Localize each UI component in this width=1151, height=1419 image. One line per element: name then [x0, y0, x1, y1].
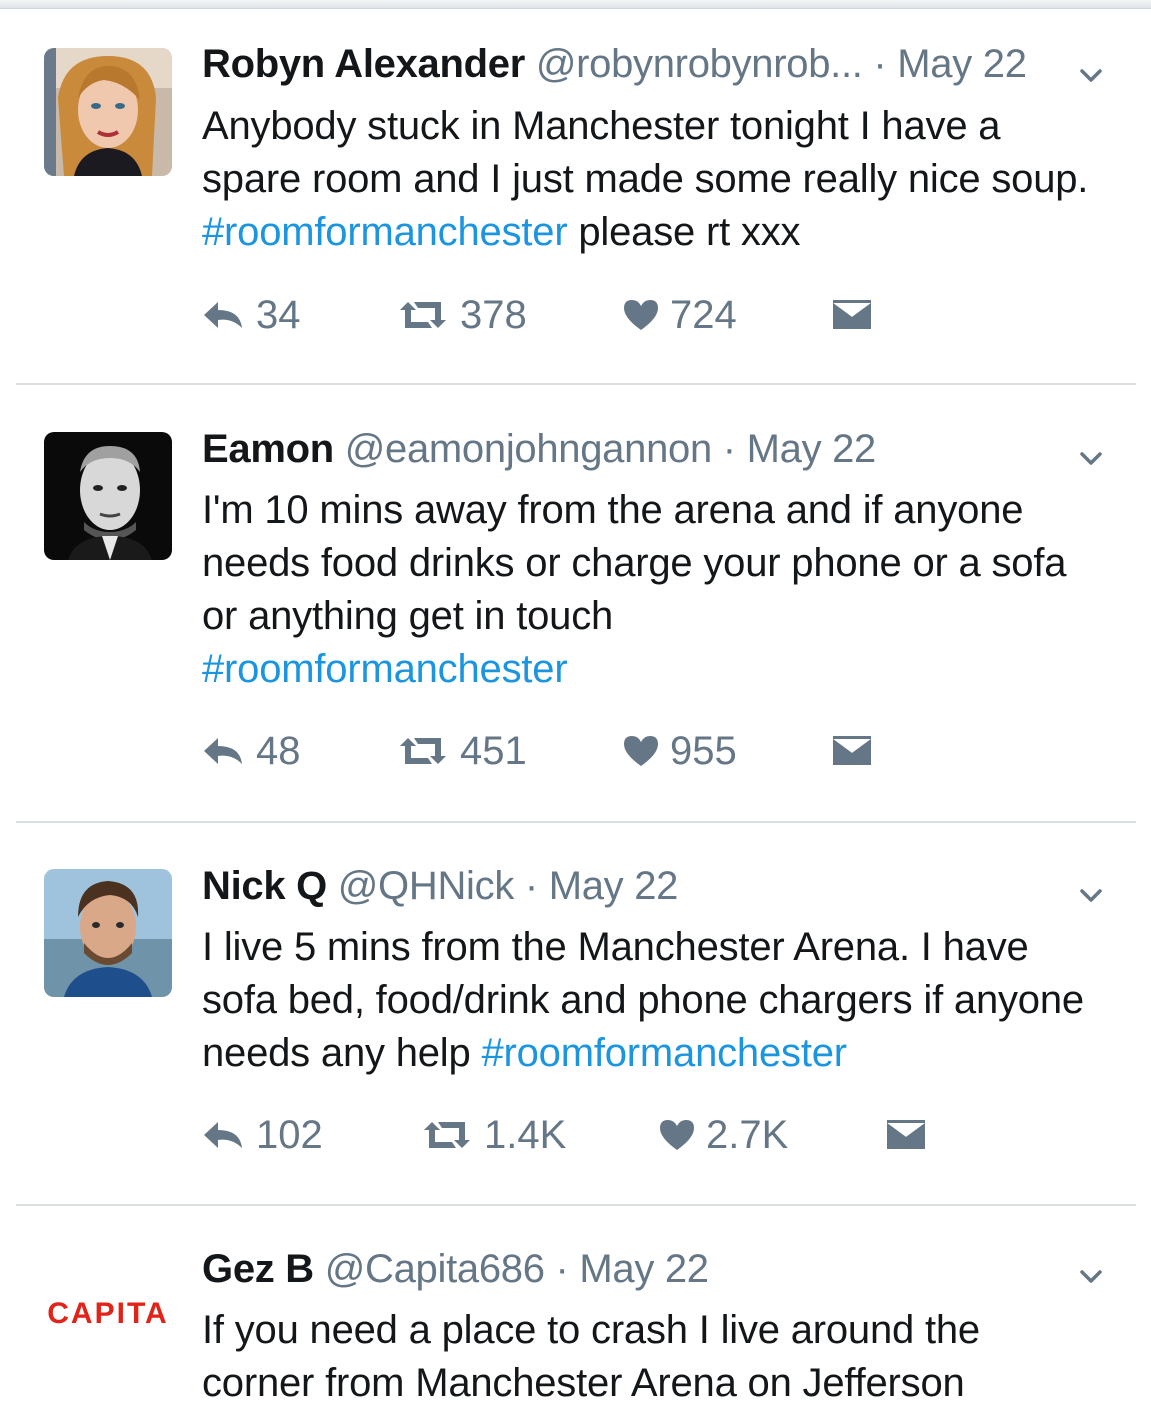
avatar[interactable]: [44, 869, 172, 997]
tweet-text-part: please rt xxx: [567, 210, 801, 254]
retweet-icon: [400, 302, 446, 328]
chevron-down-icon[interactable]: [1074, 1259, 1108, 1293]
reply-icon: [204, 1122, 242, 1148]
like-count: 955: [670, 728, 737, 773]
like-count: 2.7K: [706, 1112, 789, 1157]
timestamp[interactable]: May 22: [747, 427, 877, 471]
hashtag-link[interactable]: #roomformanchester: [202, 210, 568, 254]
tweet[interactable]: Eamon @eamonjohngannon · May 22 I'm 10 m…: [0, 385, 1151, 823]
direct-message-button[interactable]: [886, 1110, 936, 1160]
avatar[interactable]: [44, 48, 172, 176]
handle[interactable]: @Capita686: [325, 1247, 545, 1291]
retweet-count: 378: [460, 292, 527, 337]
chevron-down-icon[interactable]: [1074, 441, 1108, 475]
retweet-count: 451: [460, 728, 527, 773]
retweet-button[interactable]: 451: [396, 726, 527, 776]
reply-button[interactable]: 102: [200, 1110, 323, 1160]
like-button[interactable]: 955: [622, 726, 737, 776]
envelope-icon: [886, 1119, 926, 1149]
like-button[interactable]: 724: [622, 290, 737, 340]
retweet-button[interactable]: 1.4K: [420, 1110, 566, 1160]
reply-button[interactable]: 48: [200, 726, 301, 776]
tweet-text-part: I'm 10 mins away from the arena and if a…: [202, 488, 1067, 638]
separator-dot: ·: [722, 427, 736, 471]
capita-logo-text: CAPITA: [47, 1297, 169, 1330]
timestamp[interactable]: May 22: [897, 42, 1027, 86]
heart-icon: [660, 1120, 694, 1150]
display-name[interactable]: Nick Q: [202, 864, 327, 908]
reply-count: 34: [256, 292, 301, 337]
avatar-photo: [44, 432, 172, 560]
tweet[interactable]: Nick Q @QHNick · May 22 I live 5 mins fr…: [0, 823, 1151, 1206]
direct-message-button[interactable]: [832, 726, 882, 776]
retweet-icon: [424, 1122, 470, 1148]
avatar[interactable]: CAPITA: [44, 1251, 172, 1379]
handle[interactable]: @eamonjohngannon: [345, 427, 713, 471]
display-name[interactable]: Gez B: [202, 1247, 314, 1291]
chevron-down-icon[interactable]: [1074, 878, 1108, 912]
tweet[interactable]: CAPITA Gez B @Capita686 · May 22 If you …: [0, 1206, 1151, 1419]
reply-button[interactable]: 34: [200, 290, 301, 340]
display-name[interactable]: Eamon: [202, 427, 334, 471]
retweet-button[interactable]: 378: [396, 290, 527, 340]
display-name[interactable]: Robyn Alexander: [202, 42, 525, 86]
like-button[interactable]: 2.7K: [658, 1110, 788, 1160]
avatar[interactable]: [44, 432, 172, 560]
reply-count: 102: [256, 1112, 323, 1157]
separator-dot: ·: [873, 42, 887, 86]
handle[interactable]: @robynrobynrob...: [536, 42, 863, 86]
retweet-icon: [400, 738, 446, 764]
reply-count: 48: [256, 728, 301, 773]
tweet-text: I live 5 mins from the Manchester Arena.…: [202, 921, 1102, 1080]
tweet-text-part: Anybody stuck in Manchester tonight I ha…: [202, 104, 1089, 201]
avatar-photo: [44, 869, 172, 997]
tweet-feed: Robyn Alexander @robynrobynrob... · May …: [0, 0, 1151, 1419]
hashtag-link[interactable]: #roomformanchester: [481, 1031, 847, 1075]
avatar-photo: [44, 48, 172, 176]
retweet-count: 1.4K: [484, 1112, 567, 1157]
separator-dot: ·: [555, 1247, 569, 1291]
tweet-text-part: If you need a place to crash I live arou…: [202, 1308, 980, 1405]
direct-message-button[interactable]: [832, 290, 882, 340]
timestamp[interactable]: May 22: [549, 864, 679, 908]
handle[interactable]: @QHNick: [338, 864, 515, 908]
envelope-icon: [832, 299, 872, 329]
tweet-text: I'm 10 mins away from the arena and if a…: [202, 484, 1102, 696]
tweet-text: Anybody stuck in Manchester tonight I ha…: [202, 100, 1102, 259]
tweet[interactable]: Robyn Alexander @robynrobynrob... · May …: [0, 0, 1151, 385]
envelope-icon: [832, 735, 872, 765]
heart-icon: [624, 736, 658, 766]
tweet-text: If you need a place to crash I live arou…: [202, 1304, 1102, 1410]
timestamp[interactable]: May 22: [579, 1247, 709, 1291]
hashtag-link[interactable]: #roomformanchester: [202, 647, 568, 691]
chevron-down-icon[interactable]: [1074, 58, 1108, 92]
reply-icon: [204, 302, 242, 328]
reply-icon: [204, 738, 242, 764]
separator-dot: ·: [524, 864, 538, 908]
like-count: 724: [670, 292, 737, 337]
heart-icon: [624, 300, 658, 330]
